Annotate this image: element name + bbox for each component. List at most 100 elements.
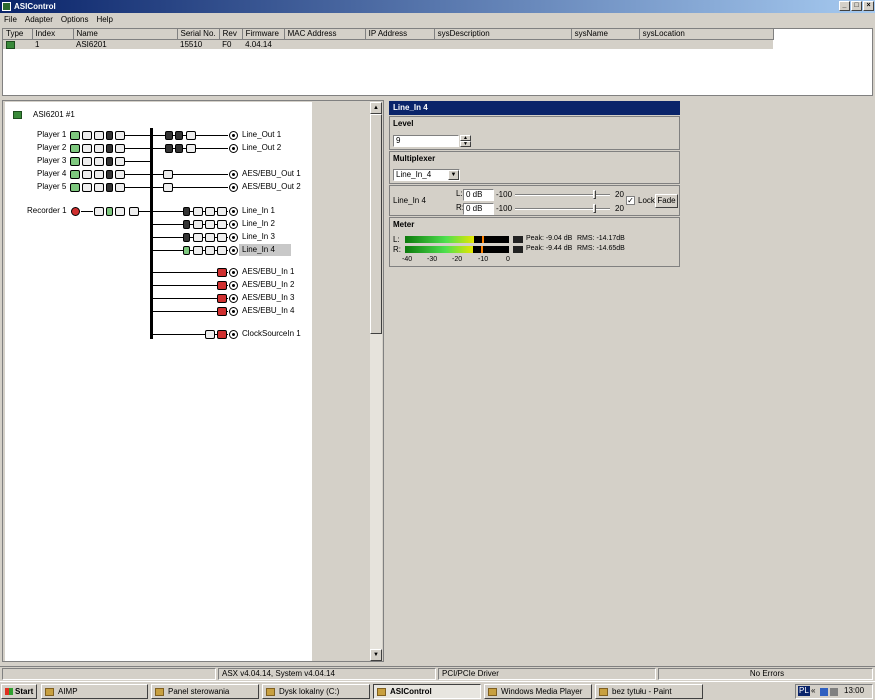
line-out-2-node[interactable]: [229, 144, 238, 153]
level-icon[interactable]: [186, 144, 196, 153]
start-button[interactable]: Start: [1, 684, 37, 699]
level-icon[interactable]: [205, 246, 215, 255]
meter-icon[interactable]: [106, 144, 113, 153]
meter-icon[interactable]: [106, 170, 113, 179]
player-1-label[interactable]: Player 1: [37, 130, 66, 140]
line-out-1-label[interactable]: Line_Out 1: [242, 130, 281, 140]
minimize-button[interactable]: _: [839, 1, 850, 11]
menu-icon[interactable]: [115, 170, 125, 179]
line-in-2-label[interactable]: Line_In 2: [242, 219, 275, 229]
clock-node[interactable]: [229, 330, 238, 339]
taskbar-item-local-disk[interactable]: Dysk lokalny (C:): [262, 684, 370, 699]
mute-icon[interactable]: [165, 131, 173, 140]
play-icon[interactable]: [70, 157, 80, 166]
play-icon[interactable]: [70, 170, 80, 179]
level-icon[interactable]: [205, 233, 215, 242]
play-icon[interactable]: [70, 144, 80, 153]
meter-icon[interactable]: [106, 157, 113, 166]
clock-label[interactable]: ClockSourceIn 1: [242, 329, 301, 339]
line-in-1-node[interactable]: [229, 207, 238, 216]
taskbar-item-paint[interactable]: bez tytułu - Paint: [595, 684, 703, 699]
meter-icon[interactable]: [183, 207, 190, 216]
player-3-label[interactable]: Player 3: [37, 156, 66, 166]
aes-in-4-node[interactable]: [229, 307, 238, 316]
aes-status-icon[interactable]: [217, 307, 227, 316]
fade-button[interactable]: Fade: [655, 194, 678, 208]
menu-file[interactable]: File: [0, 13, 21, 26]
clock-format-icon[interactable]: [205, 330, 215, 339]
aes-in-1-node[interactable]: [229, 268, 238, 277]
col-rev[interactable]: Rev: [219, 29, 243, 40]
aes-format-icon[interactable]: [163, 183, 173, 192]
volume-icon[interactable]: [94, 144, 104, 153]
scroll-up-arrow-icon[interactable]: ▲: [370, 102, 382, 114]
meter-icon[interactable]: [183, 220, 190, 229]
meter-icon[interactable]: [183, 246, 190, 255]
player-2-label[interactable]: Player 2: [37, 143, 66, 153]
close-button[interactable]: ×: [863, 1, 874, 11]
left-volume-field[interactable]: 0 dB: [463, 189, 494, 201]
network-icon[interactable]: [820, 688, 828, 696]
line-in-2-node[interactable]: [229, 220, 238, 229]
aes-status-icon[interactable]: [217, 281, 227, 290]
player-5-label[interactable]: Player 5: [37, 182, 66, 192]
level-icon[interactable]: [205, 220, 215, 229]
line-in-3-node[interactable]: [229, 233, 238, 242]
lock-checkbox[interactable]: ✓: [626, 196, 635, 205]
mux-icon[interactable]: [217, 220, 227, 229]
mux-icon[interactable]: [217, 246, 227, 255]
taskbar-item-media-player[interactable]: Windows Media Player: [484, 684, 592, 699]
mux-icon[interactable]: [217, 233, 227, 242]
right-volume-field[interactable]: 0 dB: [463, 203, 494, 215]
aes-out-2-node[interactable]: [229, 183, 238, 192]
meter-icon[interactable]: [106, 183, 113, 192]
menu-icon[interactable]: [115, 157, 125, 166]
col-serial[interactable]: Serial No.: [177, 29, 220, 40]
menu-icon[interactable]: [115, 183, 125, 192]
language-indicator[interactable]: PL: [798, 686, 810, 696]
table-row[interactable]: 1 ASI6201 15510 F0 4.04.14: [3, 39, 774, 49]
line-out-1-node[interactable]: [229, 131, 238, 140]
clock-status-icon[interactable]: [217, 330, 227, 339]
line-out-2-label[interactable]: Line_Out 2: [242, 143, 281, 153]
recorder-1-label[interactable]: Recorder 1: [27, 206, 67, 216]
menu-help[interactable]: Help: [93, 13, 117, 26]
codec-icon[interactable]: [82, 144, 92, 153]
volume-icon[interactable]: [830, 688, 838, 696]
aes-in-2-node[interactable]: [229, 281, 238, 290]
col-syslocation[interactable]: sysLocation: [639, 29, 774, 40]
volume-icon[interactable]: [94, 170, 104, 179]
mux-icon[interactable]: [129, 207, 139, 216]
aes-out-1-label[interactable]: AES/EBU_Out 1: [242, 169, 301, 179]
level-input[interactable]: 9: [393, 135, 459, 147]
volume-icon[interactable]: [193, 207, 203, 216]
col-sysname[interactable]: sysName: [571, 29, 640, 40]
aes-status-icon[interactable]: [217, 268, 227, 277]
aes-format-icon[interactable]: [163, 170, 173, 179]
codec-icon[interactable]: [94, 207, 104, 216]
record-icon[interactable]: [71, 207, 80, 216]
aes-out-1-node[interactable]: [229, 170, 238, 179]
chevron-down-icon[interactable]: ▼: [448, 170, 459, 180]
volume-icon[interactable]: [94, 183, 104, 192]
codec-icon[interactable]: [82, 157, 92, 166]
meter-icon[interactable]: [175, 144, 183, 153]
spin-down-icon[interactable]: ▼: [460, 141, 471, 147]
aes-in-2-label[interactable]: AES/EBU_In 2: [242, 280, 294, 290]
meter-icon[interactable]: [175, 131, 183, 140]
play-icon[interactable]: [70, 131, 80, 140]
menu-icon[interactable]: [115, 131, 125, 140]
meter-icon[interactable]: [183, 233, 190, 242]
col-ip[interactable]: IP Address: [365, 29, 435, 40]
col-type[interactable]: Type: [3, 29, 33, 40]
codec-icon[interactable]: [82, 170, 92, 179]
menu-options[interactable]: Options: [57, 13, 93, 26]
menu-icon[interactable]: [115, 144, 125, 153]
codec-icon[interactable]: [82, 131, 92, 140]
aes-status-icon[interactable]: [217, 294, 227, 303]
aes-out-2-label[interactable]: AES/EBU_Out 2: [242, 182, 301, 192]
adapter-node-label[interactable]: ASI6201 #1: [33, 110, 75, 120]
right-slider-thumb[interactable]: [593, 204, 596, 213]
level-icon[interactable]: [186, 131, 196, 140]
col-firmware[interactable]: Firmware: [242, 29, 285, 40]
